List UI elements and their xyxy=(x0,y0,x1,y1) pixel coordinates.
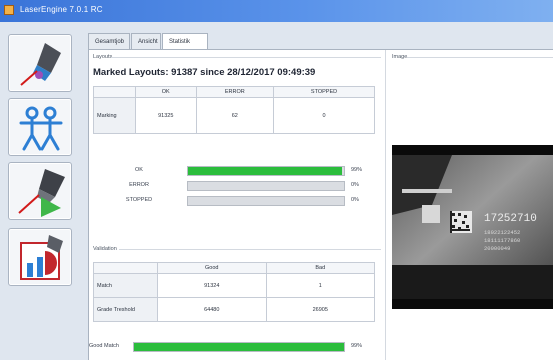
bar-percent: 0% xyxy=(351,182,359,188)
bad-count: 1 xyxy=(265,273,375,298)
marked-part-image xyxy=(392,145,553,309)
engraved-code-main: 17252710 xyxy=(484,213,537,225)
progress-fill xyxy=(134,343,344,351)
progress-track xyxy=(187,166,345,176)
progress-track xyxy=(187,196,345,206)
column-header-ok: OK xyxy=(135,86,197,98)
ok-count: 91325 xyxy=(135,97,197,134)
validation-group-label: Validation xyxy=(93,246,117,252)
marked-layouts-title: Marked Layouts: 91387 since 28/12/2017 0… xyxy=(93,67,316,78)
bar-percent: 0% xyxy=(351,197,359,203)
window-titlebar: LaserEngine 7.0.1 RC xyxy=(0,0,553,22)
column-header-error: ERROR xyxy=(195,86,275,98)
bar-percent: 99% xyxy=(351,343,363,349)
engrave-tool-button[interactable] xyxy=(8,34,72,92)
users-button[interactable] xyxy=(8,98,72,156)
main-frame: Gesamtjob Ansicht Statistik Layouts Mark… xyxy=(0,22,553,360)
error-count: 62 xyxy=(195,97,275,134)
row-label: Grade Treshold xyxy=(93,297,158,322)
layouts-group-label: Layouts xyxy=(93,54,113,60)
validation-table: Good Bad Match 91324 1 Grade Treshold 64… xyxy=(93,262,375,322)
layouts-table-header: OK ERROR STOPPED xyxy=(93,86,375,98)
camera-image: 17252710 18022122452 18111177860 2000004… xyxy=(392,145,553,309)
validation-table-header: Good Bad xyxy=(93,262,375,274)
column-header xyxy=(93,262,158,274)
window-title: LaserEngine 7.0.1 RC xyxy=(20,5,103,14)
bar-label: OK xyxy=(135,167,143,173)
bad-count: 26905 xyxy=(265,297,375,322)
stopped-count: 0 xyxy=(273,97,375,134)
column-header-bad: Bad xyxy=(265,262,375,274)
table-row: Grade Treshold 64480 26905 xyxy=(93,297,375,322)
engraved-code-line: 18111177860 xyxy=(484,237,521,244)
app-icon xyxy=(4,5,14,15)
users-icon xyxy=(19,106,63,151)
sidebar xyxy=(8,34,78,360)
row-label: Match xyxy=(93,273,158,298)
tab-gesamtjob[interactable]: Gesamtjob xyxy=(88,33,130,49)
panel-divider xyxy=(385,50,386,360)
image-group-divider xyxy=(407,57,553,58)
statistics-chart-icon xyxy=(20,235,63,280)
layouts-group-divider xyxy=(111,57,381,58)
bar-label: STOPPED xyxy=(125,197,153,203)
bar-label: ERROR xyxy=(129,182,149,188)
status-bar-ok: OK 99% xyxy=(89,166,389,176)
status-bar-stopped: STOPPED 0% xyxy=(89,196,389,206)
bar-percent: 99% xyxy=(351,167,363,173)
run-marking-button[interactable] xyxy=(8,162,72,220)
table-row: Match 91324 1 xyxy=(93,273,375,298)
table-row: Marking 91325 62 0 xyxy=(93,97,375,134)
progress-track xyxy=(133,342,345,352)
statistics-button[interactable] xyxy=(8,228,72,286)
bar-label: Good Match xyxy=(89,343,119,349)
layouts-table: OK ERROR STOPPED Marking 91325 62 0 xyxy=(93,86,375,134)
engrave-tool-icon xyxy=(20,43,61,86)
column-header xyxy=(93,86,136,98)
progress-fill xyxy=(188,167,343,175)
tab-ansicht[interactable]: Ansicht xyxy=(131,33,161,49)
engraved-code-line: 18022122452 xyxy=(484,229,521,236)
validation-group-divider xyxy=(119,249,381,250)
run-marking-icon xyxy=(18,169,65,217)
progress-track xyxy=(187,181,345,191)
row-label: Marking xyxy=(93,97,136,134)
statistics-panel: Layouts Marked Layouts: 91387 since 28/1… xyxy=(88,49,553,360)
image-group-label: Image xyxy=(392,54,408,60)
good-count: 91324 xyxy=(157,273,267,298)
column-header-stopped: STOPPED xyxy=(273,86,375,98)
good-count: 64480 xyxy=(157,297,267,322)
good-match-bar: Good Match 99% xyxy=(89,342,389,352)
status-bar-error: ERROR 0% xyxy=(89,181,389,191)
column-header-good: Good xyxy=(157,262,267,274)
tab-statistik[interactable]: Statistik xyxy=(162,33,208,50)
engraved-code-line: 20000049 xyxy=(484,245,511,252)
